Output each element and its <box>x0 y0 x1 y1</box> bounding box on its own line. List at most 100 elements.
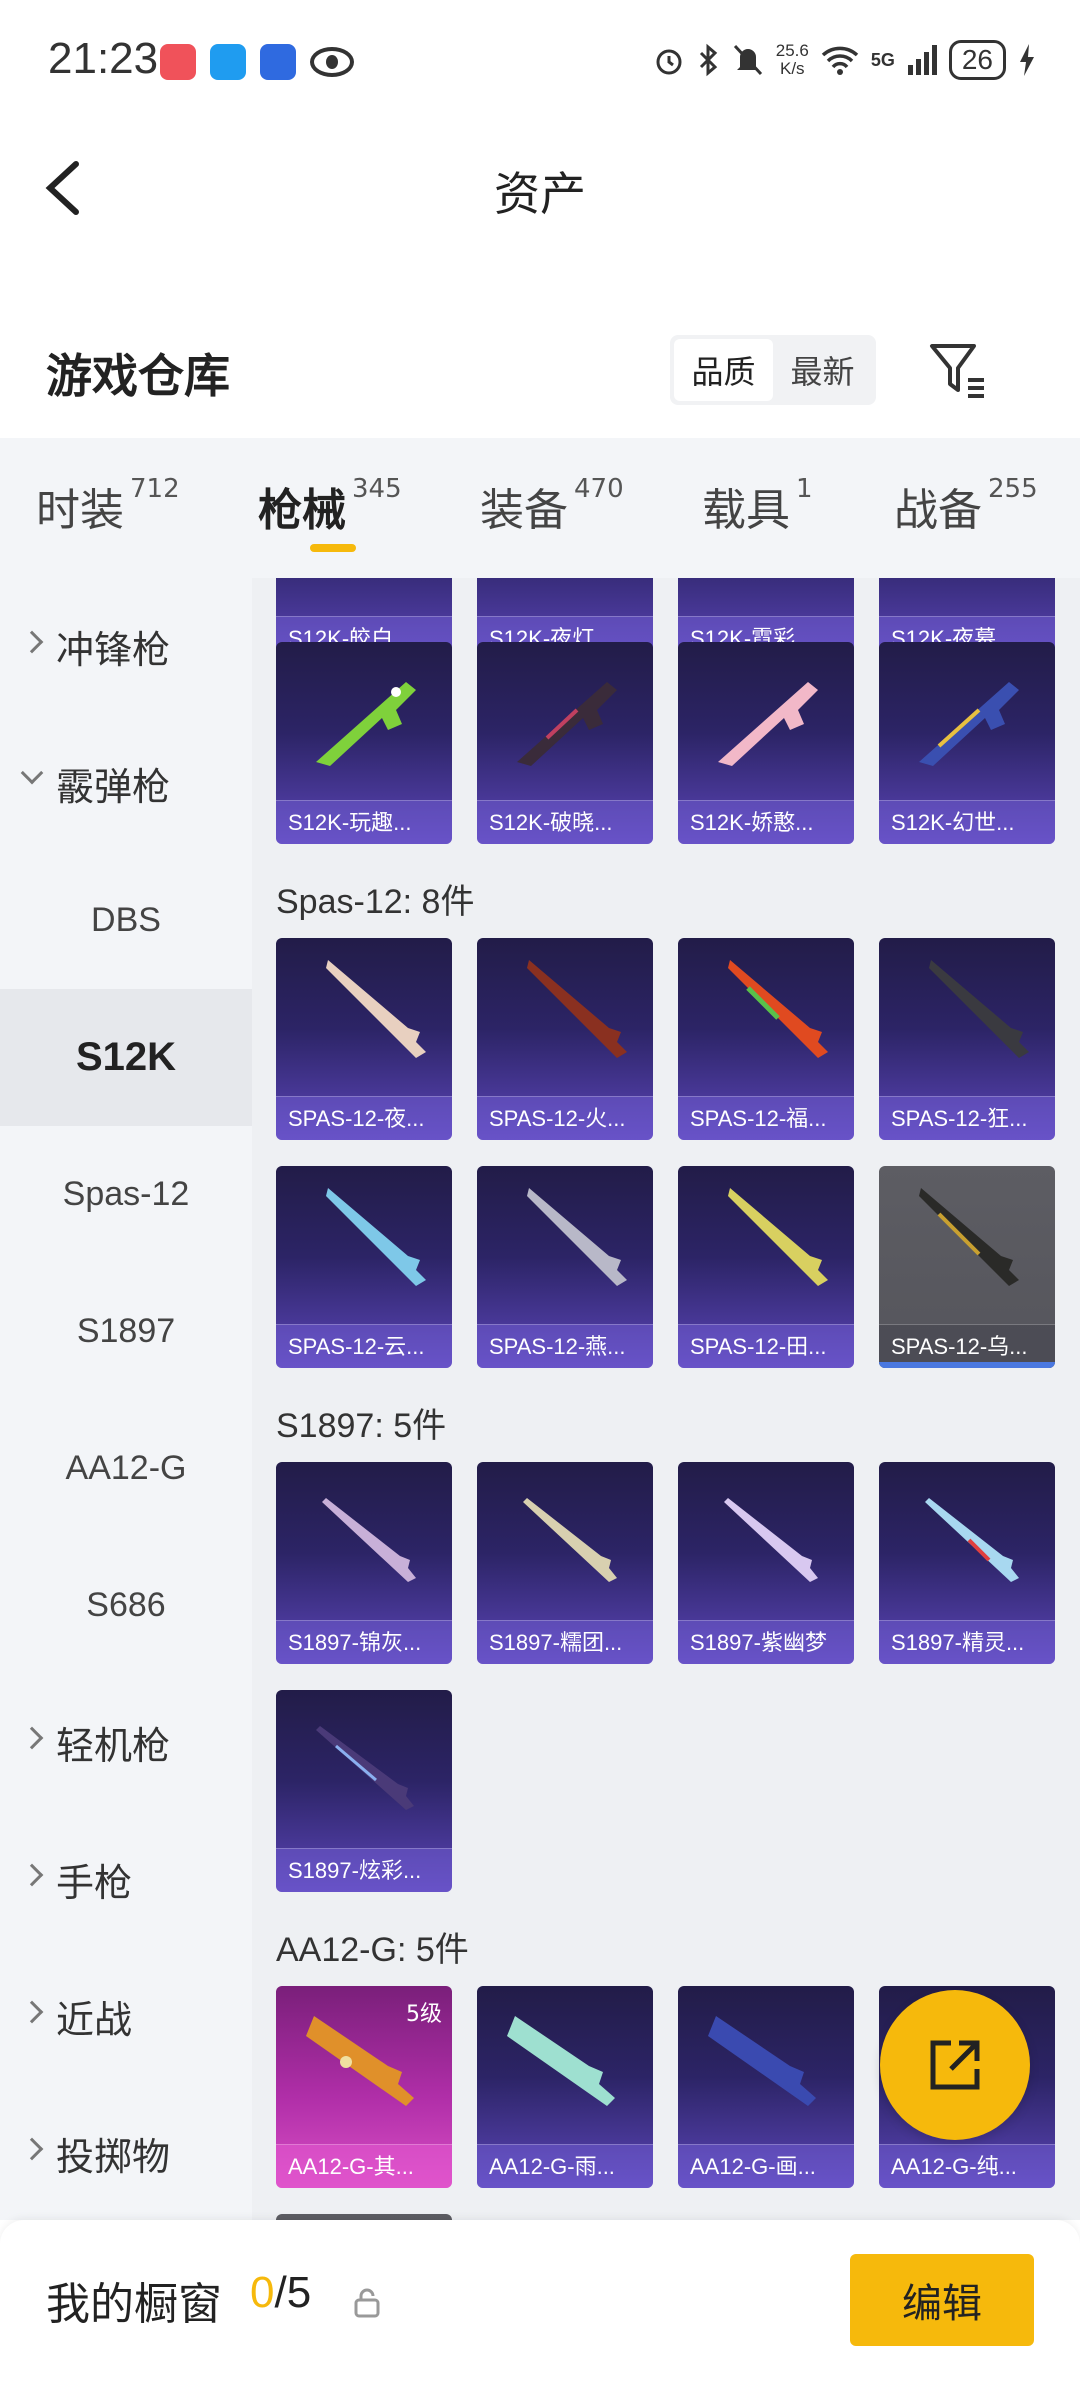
status-bar: 21:23 25.6 K/s 5G 26 <box>0 0 1080 120</box>
shotgun-icon <box>929 960 1029 1058</box>
chevron-right-icon <box>20 2137 44 2161</box>
shotgun-icon <box>527 1188 627 1286</box>
edit-button[interactable]: 编辑 <box>850 2254 1034 2346</box>
shopping-app-icon <box>160 44 196 80</box>
shotgun-icon <box>919 1188 1019 1286</box>
shotgun-icon <box>724 1498 818 1582</box>
weapon-card[interactable]: SPAS-12-乌... <box>879 1166 1055 1368</box>
weapon-card[interactable]: SPAS-12-田... <box>678 1166 854 1368</box>
mute-icon <box>733 44 762 76</box>
rifle-icon <box>507 2016 615 2106</box>
sidebar-item-pistol[interactable]: 手枪 <box>0 1811 252 1948</box>
sidebar-item-dbs[interactable]: DBS <box>0 852 252 989</box>
filter-icon <box>930 344 984 398</box>
weapon-card[interactable]: SPAS-12-福... <box>678 938 854 1140</box>
weapon-card[interactable]: S12K-娇憨... <box>678 642 854 844</box>
filter-button[interactable] <box>926 340 990 400</box>
sidebar-item-throwable[interactable]: 投掷物 <box>0 2085 252 2222</box>
weapon-card[interactable]: S12K-玩趣... <box>276 642 452 844</box>
shotgun-icon <box>728 960 828 1058</box>
warehouse-title: 游戏仓库 <box>46 349 230 403</box>
group-label-s1897: S1897: 5件 <box>276 1407 447 1445</box>
sort-quality-button[interactable]: 品质 <box>674 339 773 401</box>
showcase-bar: 我的橱窗 0/5 编辑 <box>0 2220 1080 2382</box>
sidebar-item-lmg[interactable]: 轻机枪 <box>0 1674 252 1811</box>
shotgun-icon <box>322 1498 416 1582</box>
active-tab-indicator <box>310 544 356 552</box>
status-time: 21:23 <box>48 34 159 83</box>
network-type: 5G <box>870 49 895 70</box>
weapon-card[interactable]: S1897-糯团... <box>477 1462 653 1664</box>
sidebar-item-spas12[interactable]: Spas-12 <box>0 1126 252 1263</box>
tab-fashion[interactable]: 时装 712 <box>36 474 180 538</box>
sidebar-item-shotgun[interactable]: 霰弹枪 <box>0 715 252 852</box>
chevron-right-icon <box>20 630 44 654</box>
sidebar-item-smg[interactable]: 冲锋枪 <box>0 578 252 715</box>
alarm-icon <box>656 49 682 75</box>
shotgun-icon <box>527 960 627 1058</box>
share-icon <box>930 2040 980 2090</box>
weapon-card[interactable]: S1897-精灵... <box>879 1462 1055 1664</box>
weapon-card[interactable]: AA12-G-雨... <box>477 1986 653 2188</box>
weapon-card[interactable]: SPAS-12-夜... <box>276 938 452 1140</box>
weapon-card[interactable]: S1897-紫幽梦 <box>678 1462 854 1664</box>
weapon-card[interactable]: SPAS-12-狂... <box>879 938 1055 1140</box>
showcase-count: 0/5 <box>250 2268 312 2317</box>
shotgun-icon <box>728 1188 828 1286</box>
group-label-aa12g: AA12-G: 5件 <box>276 1931 469 1969</box>
rifle-icon <box>919 682 1019 766</box>
weapon-card[interactable]: SPAS-12-云... <box>276 1166 452 1368</box>
sidebar-item-aa12g[interactable]: AA12-G <box>0 1400 252 1537</box>
weapon-card[interactable]: SPAS-12-燕... <box>477 1166 653 1368</box>
weapon-category-sidebar: 冲锋枪 霰弹枪 DBS S12K Spas-12 S1897 AA12-G S6… <box>0 578 252 2220</box>
weapon-card[interactable]: SPAS-12-火... <box>477 938 653 1140</box>
signal-icon <box>907 45 937 75</box>
net-speed: 25.6 K/s <box>775 41 809 78</box>
weapon-card[interactable]: S1897-锦灰... <box>276 1462 452 1664</box>
share-button[interactable] <box>880 1990 1030 2140</box>
sidebar-item-s12k[interactable]: S12K <box>0 989 252 1126</box>
shotgun-icon <box>925 1498 1019 1582</box>
weapon-card[interactable]: S12K-破晓... <box>477 642 653 844</box>
rifle-icon <box>708 2016 816 2106</box>
chevron-right-icon <box>20 1726 44 1750</box>
sidebar-item-s1897[interactable]: S1897 <box>0 1263 252 1400</box>
shotgun-icon <box>523 1498 617 1582</box>
shotgun-icon <box>326 960 426 1058</box>
shotgun-icon <box>316 1726 414 1810</box>
rifle-icon <box>718 682 818 766</box>
notification-icons <box>160 44 354 80</box>
weapon-card[interactable]: AA12-G-画... <box>678 1986 854 2188</box>
tab-gear[interactable]: 战备 255 <box>894 474 1038 538</box>
sidebar-item-melee[interactable]: 近战 <box>0 1948 252 2085</box>
weapon-card[interactable]: 5级 AA12-G-其... <box>276 1986 452 2188</box>
sidebar-item-s686[interactable]: S686 <box>0 1537 252 1674</box>
eye-icon <box>310 47 354 77</box>
bluetooth-icon <box>699 43 717 77</box>
page-title: 资产 <box>494 167 586 221</box>
tab-vehicles[interactable]: 载具 1 <box>702 474 813 538</box>
game-app-icon <box>260 44 296 80</box>
weapon-grid: S12K-皎白... S12K-夜灯 S12K-霓彩... S12K-夜幕...… <box>252 578 1080 2220</box>
rifle-icon <box>517 682 617 766</box>
sort-toggle: 品质 最新 <box>670 335 876 405</box>
sort-newest-button[interactable]: 最新 <box>773 339 872 401</box>
chevron-right-icon <box>20 1863 44 1887</box>
chevron-right-icon <box>20 2000 44 2024</box>
shotgun-icon <box>326 1188 426 1286</box>
group-label-spas12: Spas-12: 8件 <box>276 883 475 921</box>
rifle-icon <box>316 682 416 766</box>
rifle-icon <box>306 2016 414 2106</box>
weapon-card[interactable]: S12K-幻世... <box>879 642 1055 844</box>
chevron-down-icon <box>20 761 44 785</box>
tab-equipment[interactable]: 装备 470 <box>480 474 624 538</box>
weather-app-icon <box>210 44 246 80</box>
wifi-icon <box>821 46 859 75</box>
charging-icon <box>1020 44 1034 76</box>
lock-icon <box>354 2288 380 2318</box>
weapon-card[interactable]: S1897-炫彩... <box>276 1690 452 1892</box>
battery-level: 26 <box>948 40 1006 80</box>
tab-weapons[interactable]: 枪械 345 <box>258 474 402 538</box>
status-indicators: 25.6 K/s 5G 26 <box>652 40 1036 80</box>
category-tabs: 时装 712 枪械 345 装备 470 载具 1 战备 255 <box>0 438 1080 578</box>
